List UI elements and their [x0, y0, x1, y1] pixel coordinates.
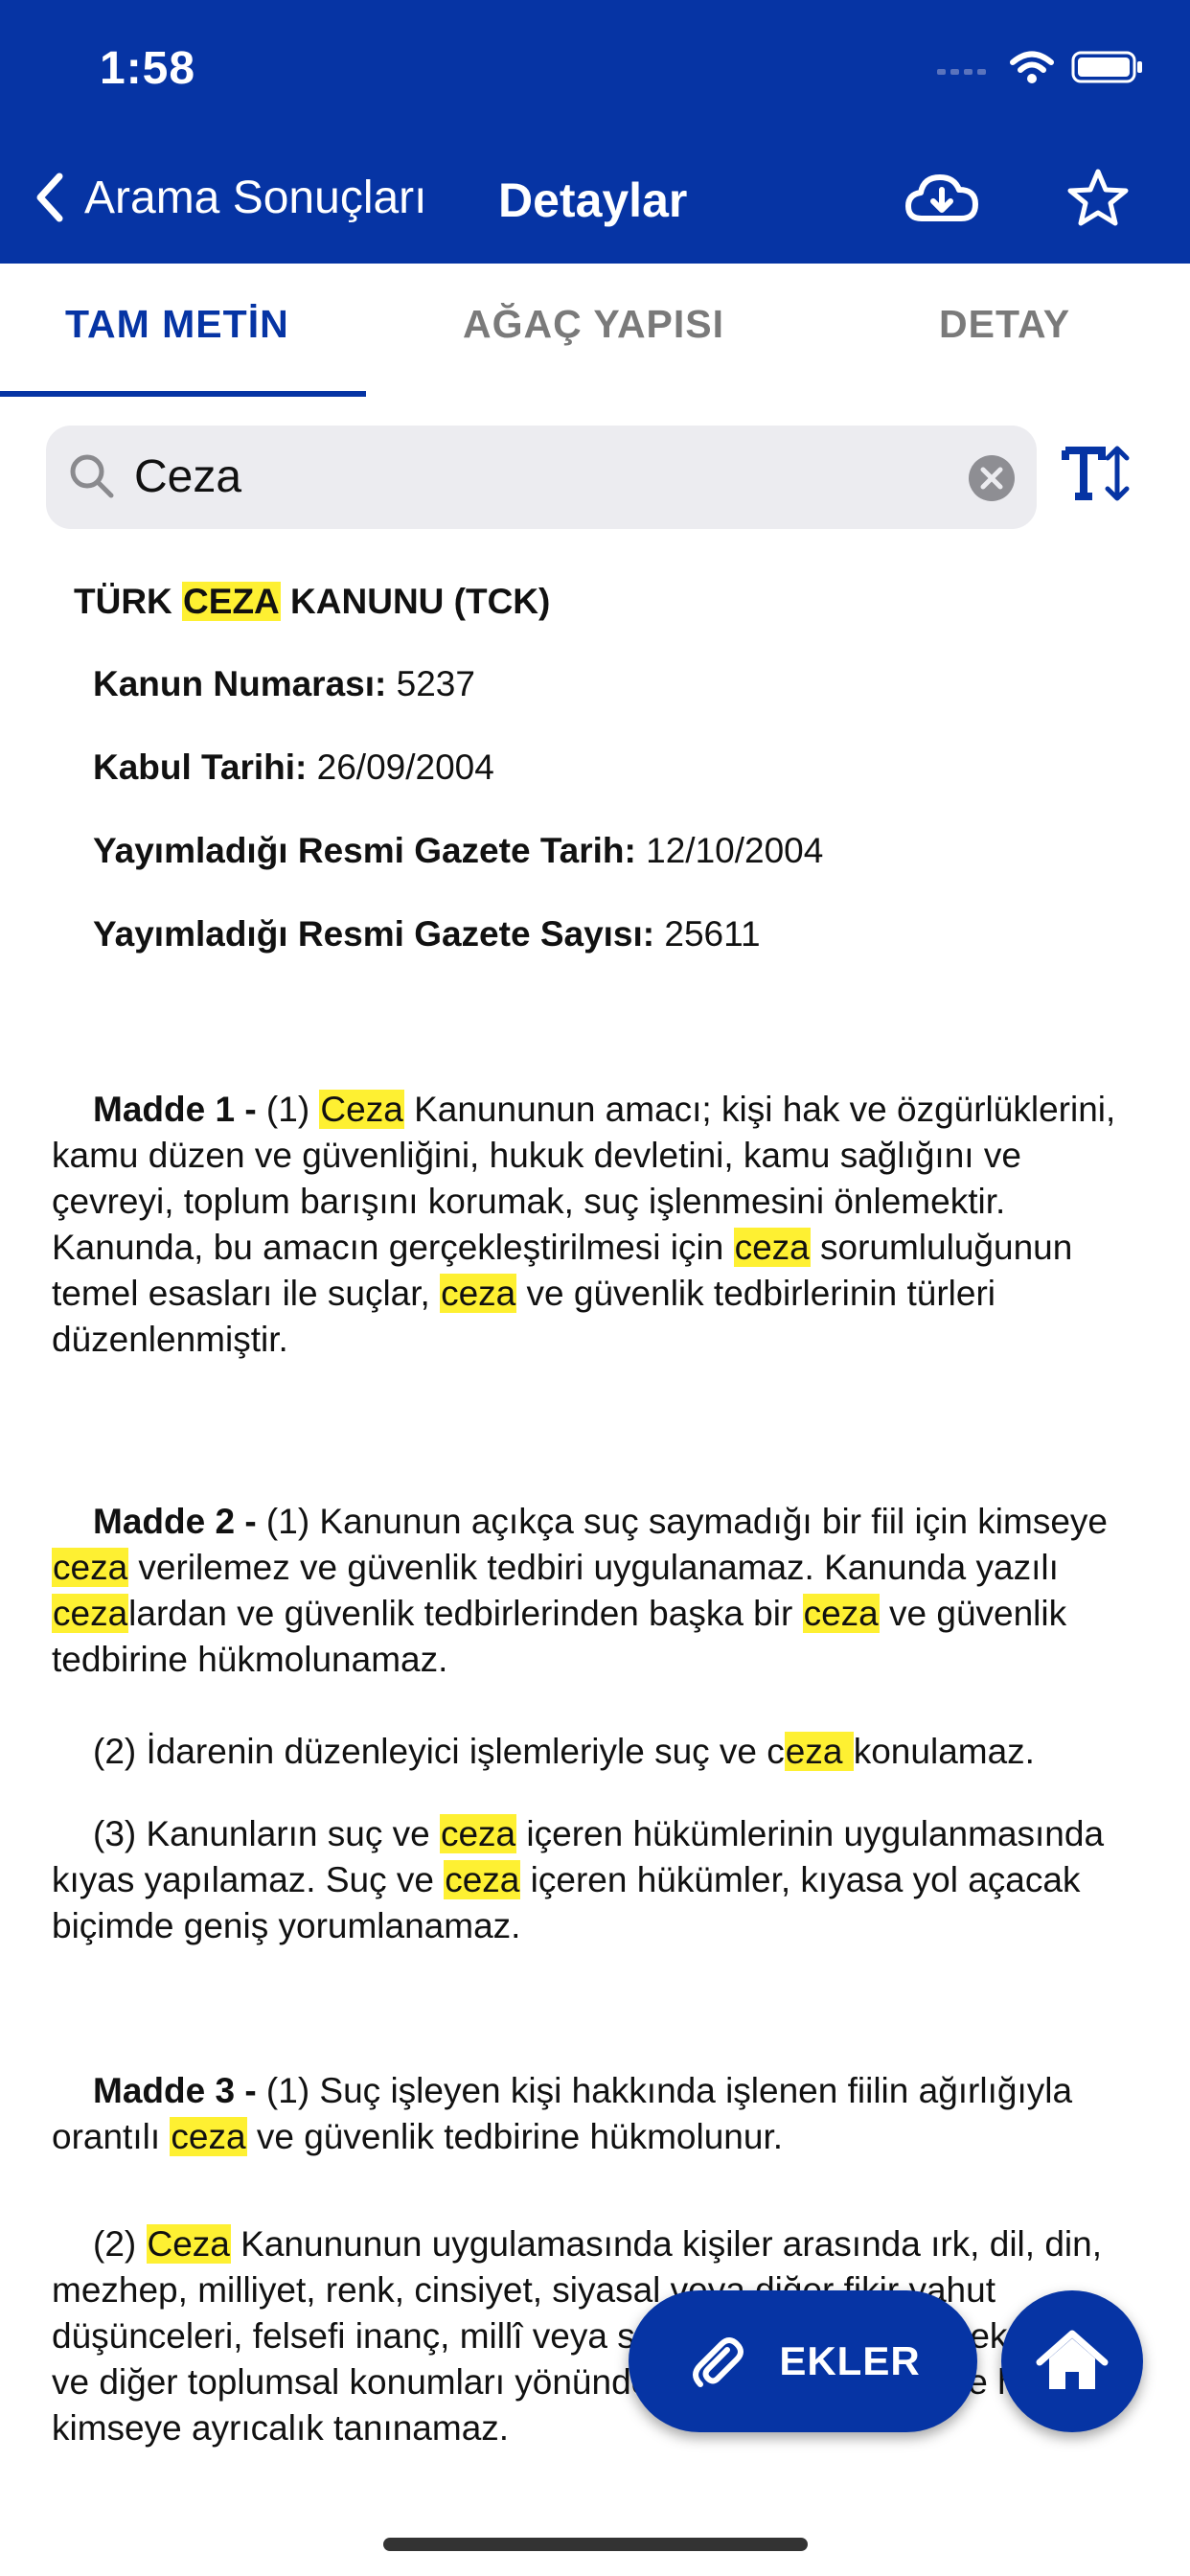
acceptance-date: Kabul Tarihi: 26/09/2004 [93, 748, 494, 787]
search-highlight: CEZA [182, 582, 281, 621]
law-number: Kanun Numarası: 5237 [93, 664, 475, 703]
attachments-button[interactable]: EKLER [629, 2290, 977, 2432]
page-title: Detaylar [498, 173, 688, 227]
download-button[interactable] [904, 171, 979, 231]
cloud-download-icon [905, 174, 978, 221]
home-indicator [383, 2538, 808, 2551]
document-title: TÜRK CEZA KANUNU (TCK) [74, 582, 551, 621]
tab-detay[interactable]: DETAY [939, 302, 1070, 347]
text-size-button[interactable] [1062, 443, 1131, 509]
search-input[interactable]: Ceza [134, 450, 241, 503]
article-3-para-2: (2) Ceza Kanununun uygulamasında kişiler… [52, 2224, 1122, 2448]
tab-agac-yapisi[interactable]: AĞAÇ YAPISI [463, 302, 724, 347]
favorite-button[interactable] [1066, 168, 1130, 234]
search-field[interactable]: Ceza [46, 426, 1037, 529]
attachments-label: EKLER [779, 2338, 921, 2383]
home-button[interactable] [1001, 2290, 1143, 2432]
back-button[interactable]: Arama Sonuçları [33, 171, 427, 224]
clear-search-icon[interactable] [968, 454, 1016, 502]
back-label: Arama Sonuçları [84, 172, 427, 223]
article-1: Madde 1 - (1) Ceza Kanununun amacı; kişi… [52, 1090, 1116, 1359]
article-2-para-3: (3) Kanunların suç ve ceza içeren hüküml… [52, 1814, 1105, 1945]
wifi-icon [1010, 51, 1054, 83]
active-tab-indicator [0, 391, 366, 397]
battery-icon [1071, 51, 1142, 83]
article-2-para-2: (2) İdarenin düzenleyici işlemleriyle su… [93, 1732, 1035, 1771]
home-icon [1036, 2330, 1109, 2389]
status-time: 1:58 [100, 43, 196, 94]
tab-tam-metin[interactable]: TAM METİN [65, 302, 289, 347]
tab-bar: TAM METİN AĞAÇ YAPISI DETAY [0, 264, 1190, 398]
gazette-number: Yayımladığı Resmi Gazete Sayısı: 25611 [93, 914, 761, 954]
text-size-icon [1062, 446, 1130, 501]
chevron-left-icon [36, 172, 63, 222]
cellular-signal-icon [937, 69, 986, 75]
status-icons [937, 50, 1144, 84]
article-2: Madde 2 - (1) Kanunun açıkça suç saymadı… [52, 1502, 1109, 1679]
star-icon [1067, 169, 1129, 226]
article-3: Madde 3 - (1) Suç işleyen kişi hakkında … [52, 2071, 1073, 2156]
search-icon [70, 454, 114, 498]
paperclip-icon [693, 2337, 744, 2387]
gazette-date: Yayımladığı Resmi Gazete Tarih: 12/10/20… [93, 831, 824, 870]
top-bar: 1:58 Arama Sonuçları Detaylar [0, 0, 1190, 264]
